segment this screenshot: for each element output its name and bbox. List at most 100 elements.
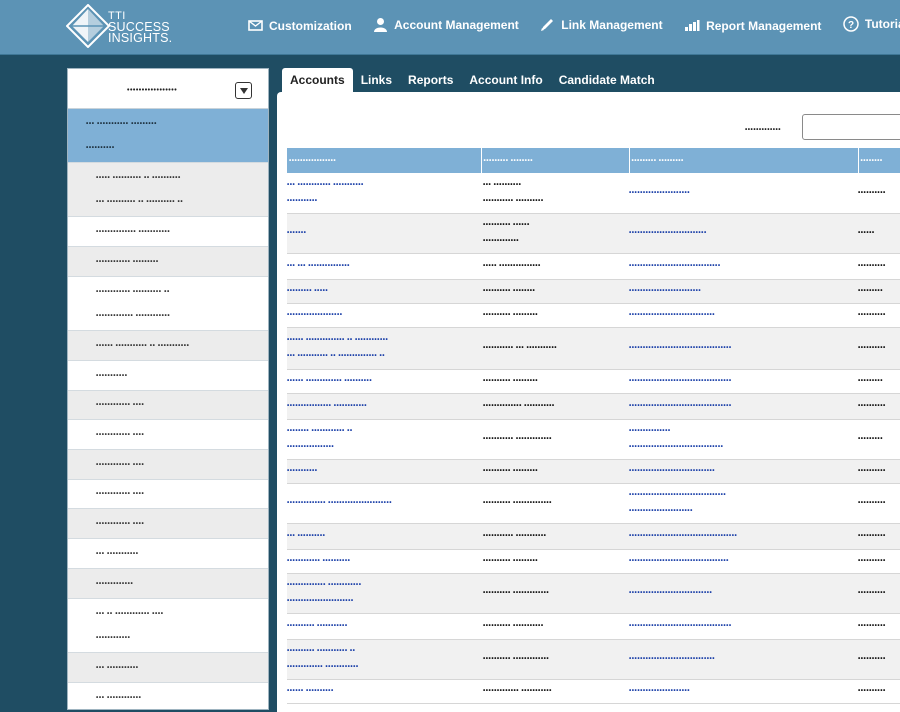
table-cell: ••••••••• (858, 419, 900, 460)
table-row[interactable]: •••••••••••••••• •••••••••••• •••••••••••… (287, 393, 900, 420)
cell-text: •••••••••• ••••••••• (483, 311, 539, 318)
table-row[interactable]: •••••••• •••••••••••• •• ••••••••••••••••… (287, 419, 900, 460)
sidebar-item-account[interactable]: •••••••••••• •••• (68, 391, 268, 420)
sidebar-item-label: •••••••••••• (96, 633, 131, 641)
cell-text: ••••••••••• ••• ••••••••••• (483, 344, 558, 351)
table-cell[interactable]: •••••••••••••••••••••••••• (629, 279, 858, 304)
table-cell[interactable]: ••• •••••••••• (287, 523, 481, 550)
table-cell[interactable]: •••••••••••••••••••• (287, 303, 481, 328)
table-cell[interactable]: •••••••••••••••••••••• (629, 679, 858, 704)
tab-accounts[interactable]: Accounts (282, 68, 353, 92)
table-cell[interactable]: ••••••••••••••••••••••••••••••••••••• (629, 369, 858, 394)
nav-link-management[interactable]: Link Management (540, 17, 663, 32)
sidebar-item-account[interactable]: ••• ••••••••••• (68, 539, 268, 569)
sidebar-item-account[interactable]: •••••••••••• •••• (68, 450, 268, 480)
table-row[interactable]: •••••••••••••• •••••••••••••••••••••••••… (287, 573, 900, 614)
search-input[interactable] (802, 114, 900, 140)
column-header[interactable]: ••••••••• •••••••• (481, 148, 630, 173)
table-row[interactable]: ••••••• •••••••••• •••••• ••••••••••••• •••… (287, 213, 900, 254)
table-cell[interactable]: ••••••••••••••••••••••••••••••••••••• (629, 393, 858, 420)
table-row[interactable]: ••• •••••••••• ••••••••••• ••••••••••• •••… (287, 523, 900, 550)
table-cell[interactable]: ••• ••• ••••••••••••••• (287, 253, 481, 280)
column-header[interactable]: ••••••••• ••••••••• (629, 148, 859, 173)
cell-text: ••••••••••••••• (629, 427, 671, 434)
column-header[interactable]: •••••••• (858, 148, 900, 173)
sidebar-item-account[interactable]: ••• •• •••••••••••• •••• •••••••••••• (68, 599, 268, 653)
sidebar-item-account[interactable]: •••••••••••• •••••••••• •• ••••••••••••• … (68, 277, 268, 331)
table-row[interactable]: •••••••••• ••••••••••• •••••••••• •••••••… (287, 613, 900, 640)
nav-tutorials[interactable]: ? Tutorials (843, 16, 900, 32)
sidebar-item-account[interactable]: •••••••••••• •••• (68, 480, 268, 509)
table-row[interactable]: •••••••••••••••••••• •••••••••• •••••••••… (287, 303, 900, 328)
table-cell[interactable]: •••••• •••••••••• (287, 679, 481, 704)
table-row[interactable]: ••••••••• ••••• •••••••••• •••••••• ••••••… (287, 279, 900, 304)
table-row[interactable]: •••••••••••••• ••••••••••••••••••••••• ••… (287, 483, 900, 524)
table-cell[interactable]: ••••••••••••••••••••••••••••••• (629, 639, 858, 680)
nav-report-management[interactable]: Report Management (684, 19, 821, 33)
table-cell[interactable]: •••••••••••• •••••••••• (287, 549, 481, 574)
table-cell[interactable]: •••••• •••••••••••••• •• •••••••••••• •••… (287, 327, 481, 370)
table-cell[interactable]: •••••••••••••• •••••••••••• •••••••••••••… (287, 573, 481, 614)
table-cell: •••••••••• ••••••••••••• (481, 639, 629, 680)
cell-text: ••••••••••••••••••••••••••••••• (629, 655, 716, 662)
sidebar-collapse-toggle[interactable] (235, 82, 252, 99)
table-row[interactable]: ••••••••••• •••••••••• ••••••••• •••••••••… (287, 459, 900, 484)
table-cell[interactable]: ••••••••••••••••••••••••••••••••••••• (629, 327, 858, 370)
sidebar-item-account[interactable]: ••••• •••••••••• •• •••••••••• ••• ••••••… (68, 163, 268, 217)
table-row[interactable]: •••••••••• ••••••••••• •• ••••••••••••• •… (287, 639, 900, 680)
sidebar-item-account[interactable]: •••••••••••••• ••••••••••• (68, 217, 268, 247)
table-cell[interactable]: ••••••••••••••••••••••••••••••••••••••••… (629, 419, 858, 460)
sidebar-item-account[interactable]: •••••••••••• •••• (68, 509, 268, 539)
table-cell[interactable]: •••••••••••••••••••••••••••••• (629, 573, 858, 614)
table-cell[interactable]: •••••••••••••••• •••••••••••• (287, 393, 481, 420)
nav-link-management-label: Link Management (561, 17, 663, 32)
cell-text: •••••••••• (858, 262, 886, 269)
table-cell[interactable]: •••••••••• ••••••••••• •• ••••••••••••• •… (287, 639, 481, 680)
table-cell[interactable]: •••••••••••••••••••••••••••••••••••• (629, 549, 858, 574)
table-cell[interactable]: ••••••••••••••••••••••••••••••••••••••• (629, 523, 858, 550)
column-header-label: ••••••••••••••••• (289, 157, 337, 164)
table-cell[interactable]: ••••••••••••••••••••••••••••••••• (629, 253, 858, 280)
table-cell[interactable]: ••••••••••••••••••••••••••••••• (629, 303, 858, 328)
table-row[interactable]: •••••• ••••••••••••• •••••••••• •••••••••… (287, 369, 900, 394)
sidebar-item-account[interactable]: •••••••••••• •••• (68, 420, 268, 450)
sidebar-item-account[interactable]: ••••••••••••• (68, 569, 268, 599)
table-cell[interactable]: ••••••••••• (287, 459, 481, 484)
table-row[interactable]: •••••• •••••••••••••• •• •••••••••••• •••… (287, 327, 900, 370)
table-cell: •••••••••• (858, 393, 900, 420)
table-cell[interactable]: ••••••••••••••••••••••••••••••• (629, 459, 858, 484)
nav-account-management[interactable]: Account Management (373, 17, 519, 32)
table-cell[interactable]: ••••••• (287, 213, 481, 254)
cell-text: •••••••••••••••••••••••••••• (629, 229, 707, 236)
sidebar-item-account[interactable]: ••• ••••••••••• ••••••••• •••••••••• (68, 109, 268, 163)
table-cell[interactable]: •••••••••• ••••••••••• (287, 613, 481, 640)
tab-links[interactable]: Links (353, 68, 400, 92)
svg-text:?: ? (848, 20, 854, 31)
sidebar-item-account[interactable]: ••••••••••• (68, 361, 268, 391)
table-row[interactable]: ••• •••••••••••• ••••••••••• ••••••••••• •… (287, 173, 900, 214)
table-cell: •••••••••• ••••••••••••• (481, 573, 629, 614)
table-cell[interactable]: ••••••••••••••••••••••••••••••••••••••••… (629, 483, 858, 524)
table-row[interactable]: ••• ••• ••••••••••••••• ••••• •••••••••••… (287, 253, 900, 280)
table-cell[interactable]: ••• •••••••••••• ••••••••••• ••••••••••• (287, 173, 481, 214)
sidebar-item-account[interactable]: •••••••••••• ••••••••• (68, 247, 268, 277)
table-cell[interactable]: •••••••••••••••••••••• (629, 173, 858, 214)
column-header[interactable]: ••••••••••••••••• (287, 148, 482, 173)
brand-logo[interactable]: TTI SUCCESS INSIGHTS. (66, 4, 178, 48)
table-cell[interactable]: •••••••••••••• ••••••••••••••••••••••• (287, 483, 481, 524)
table-row[interactable]: •••••• •••••••••• ••••••••••••• •••••••••… (287, 679, 900, 704)
table-cell[interactable]: •••••••• •••••••••••• •• ••••••••••••••••… (287, 419, 481, 460)
table-cell[interactable]: •••••• ••••••••••••• •••••••••• (287, 369, 481, 394)
table-cell[interactable]: ••••••••• ••••• (287, 279, 481, 304)
table-row[interactable]: •••••••••••• •••••••••• •••••••••• ••••••… (287, 549, 900, 574)
table-cell[interactable]: ••••••••••••••••••••••••••••••••••••• (629, 613, 858, 640)
sidebar-item-account[interactable]: •••••• ••••••••••• •• ••••••••••• (68, 331, 268, 361)
tab-reports[interactable]: Reports (400, 68, 461, 92)
table-cell[interactable]: •••••••••••••••••••••••••••• (629, 213, 858, 254)
sidebar-item-account[interactable]: ••• •••••••••••• (68, 683, 268, 709)
sidebar-item-account[interactable]: ••• ••••••••••• (68, 653, 268, 683)
nav-customization[interactable]: Customization (248, 19, 352, 33)
tab-account-info[interactable]: Account Info (461, 68, 550, 92)
tab-candidate-match[interactable]: Candidate Match (551, 68, 663, 92)
cell-text: ••• •••••••••• (287, 532, 326, 539)
